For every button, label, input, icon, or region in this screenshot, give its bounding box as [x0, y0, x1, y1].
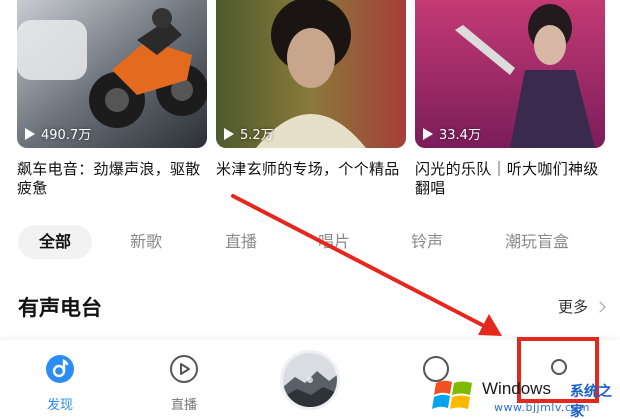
play-count: 5.2万: [224, 124, 274, 143]
tab-blind-box[interactable]: 潮玩盲盒: [505, 225, 569, 259]
play-count-text: 5.2万: [240, 128, 274, 143]
watermark-url: www.bjjmlv.com: [494, 401, 590, 414]
play-count-text: 490.7万: [41, 128, 92, 143]
playlist-cards: 490.7万 飙车电音：劲爆声浪，驱散疲惫 5.2万 米津玄师的专场，个个精品 …: [0, 0, 620, 205]
play-icon: [423, 127, 433, 140]
discover-icon: [46, 355, 74, 383]
radio-section-header: 有声电台 更多: [18, 292, 608, 322]
nav-discover[interactable]: 发现: [30, 354, 90, 413]
section-title: 有声电台: [18, 296, 102, 320]
tab-new-songs[interactable]: 新歌: [130, 225, 162, 259]
play-icon: [224, 127, 234, 140]
more-label: 更多: [557, 298, 588, 316]
playlist-card[interactable]: 33.4万 闪光的乐队｜听大咖们神级翻唱: [415, 0, 605, 197]
playlist-title[interactable]: 飙车电音：劲爆声浪，驱散疲惫: [17, 160, 212, 198]
playlist-cover[interactable]: 490.7万: [17, 0, 207, 148]
now-playing-disc[interactable]: [283, 353, 337, 407]
live-play-icon: [170, 355, 198, 383]
watermark: Windows 系统之家 www.bjjmlv.com: [428, 372, 620, 419]
playlist-card[interactable]: 5.2万 米津玄师的专场，个个精品: [216, 0, 406, 178]
tab-ringtones[interactable]: 铃声: [411, 225, 443, 259]
tab-live[interactable]: 直播: [225, 225, 257, 259]
tab-albums[interactable]: 唱片: [318, 225, 350, 259]
play-count: 490.7万: [25, 124, 91, 143]
more-button[interactable]: 更多: [557, 296, 606, 317]
watermark-name: Windows: [482, 379, 551, 398]
category-tabs: 全部 新歌 直播 唱片 铃声 潮玩盲盒: [18, 225, 618, 261]
tab-all[interactable]: 全部: [18, 225, 92, 259]
nav-live[interactable]: 直播: [154, 354, 214, 413]
playlist-title[interactable]: 米津玄师的专场，个个精品: [216, 160, 411, 179]
play-count-text: 33.4万: [439, 128, 481, 143]
playlist-cover[interactable]: 5.2万: [216, 0, 406, 148]
play-count: 33.4万: [423, 124, 481, 143]
nav-discover-label: 发现: [46, 398, 73, 413]
chevron-right-icon: [594, 300, 606, 313]
windows-logo-icon: [432, 380, 472, 409]
playlist-card[interactable]: 490.7万 飙车电音：劲爆声浪，驱散疲惫: [17, 0, 207, 197]
nav-live-label: 直播: [170, 398, 197, 413]
playlist-cover[interactable]: 33.4万: [415, 0, 605, 148]
play-icon: [25, 127, 35, 140]
playlist-title[interactable]: 闪光的乐队｜听大咖们神级翻唱: [415, 160, 610, 198]
